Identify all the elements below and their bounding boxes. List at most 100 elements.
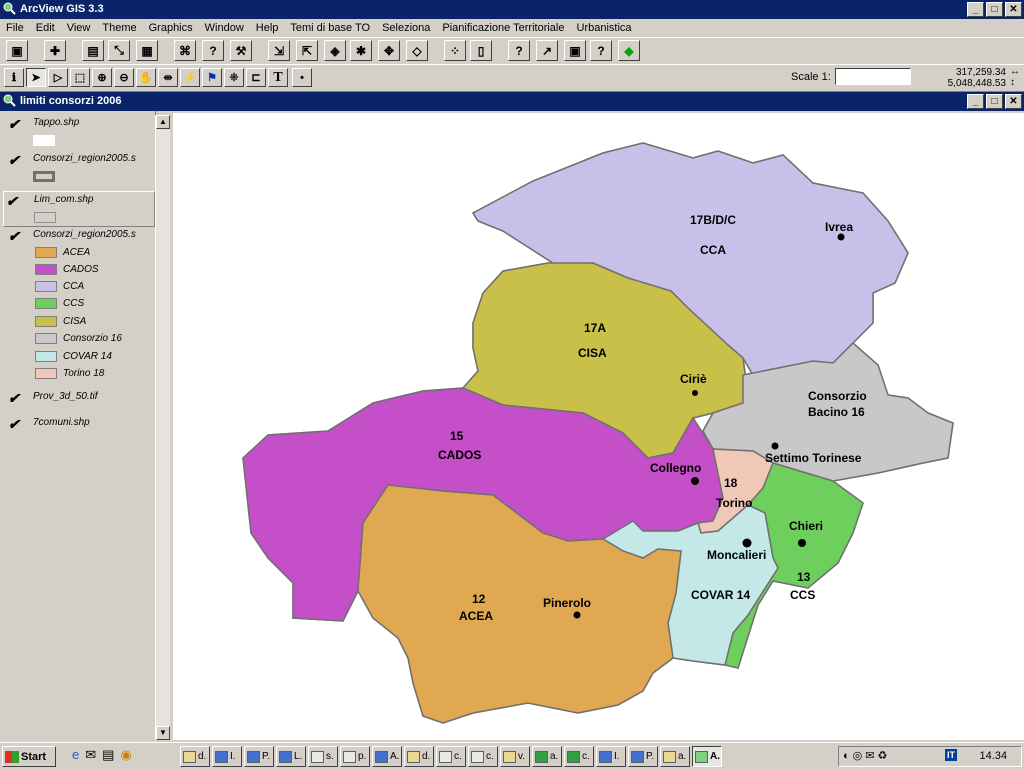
menu-seleziona[interactable]: Seleziona — [376, 22, 436, 34]
identify-icon[interactable]: ℹ — [4, 68, 24, 87]
task-button[interactable]: L. — [276, 746, 306, 767]
checkmark-icon[interactable]: ✔ — [8, 417, 22, 431]
checkmark-icon[interactable]: ✔ — [8, 229, 22, 243]
locate-address-icon[interactable]: ? — [202, 40, 224, 61]
pan-icon[interactable]: ✋ — [136, 68, 156, 87]
layout-icon[interactable]: ▣ — [564, 40, 586, 61]
measure-icon[interactable]: ⇹ — [158, 68, 178, 87]
minimize-button[interactable]: _ — [967, 2, 984, 17]
desktop-icon[interactable]: ▤ — [102, 747, 114, 763]
edit-legend-icon[interactable]: ⤡ — [108, 40, 130, 61]
task-button[interactable]: c. — [468, 746, 498, 767]
task-button[interactable]: I. — [212, 746, 242, 767]
open-table-icon[interactable]: ▦ — [136, 40, 158, 61]
task-app-icon — [439, 750, 452, 763]
maximize-button[interactable]: □ — [986, 2, 1003, 17]
add-theme-icon[interactable]: ✚ — [44, 40, 66, 61]
task-button[interactable]: v. — [500, 746, 530, 767]
menu-view[interactable]: View — [61, 22, 97, 34]
task-button[interactable]: p. — [340, 746, 370, 767]
start-button[interactable]: Start — [2, 746, 56, 767]
menu-graphics[interactable]: Graphics — [143, 22, 199, 34]
theme-properties-icon[interactable]: ▤ — [82, 40, 104, 61]
outlook-icon[interactable]: ✉ — [85, 747, 96, 763]
menu-urbanistica[interactable]: Urbanistica — [571, 22, 638, 34]
language-indicator[interactable]: IT — [945, 749, 957, 761]
town-marker-moncalieri[interactable] — [742, 538, 752, 548]
hotlink-icon[interactable]: ↗ — [536, 40, 558, 61]
menu-file[interactable]: File — [0, 22, 30, 34]
extension-icon[interactable]: ◆ — [618, 40, 640, 61]
clear-selection-icon[interactable]: ▯ — [470, 40, 492, 61]
task-button[interactable]: I. — [596, 746, 626, 767]
find-icon[interactable]: ⌘ — [174, 40, 196, 61]
pointer-icon[interactable]: ➤ — [26, 68, 46, 87]
zoom-out-fixed-icon[interactable]: ✥ — [378, 40, 400, 61]
scale-input[interactable] — [835, 68, 911, 85]
task-button[interactable]: c. — [564, 746, 594, 767]
zoom-in-icon[interactable]: ⊕ — [92, 68, 112, 87]
text-tool-icon[interactable]: T — [268, 68, 288, 87]
task-app-icon — [183, 750, 196, 763]
task-button[interactable]: s. — [308, 746, 338, 767]
close-button[interactable]: ✕ — [1005, 2, 1022, 17]
town-marker-pinerolo[interactable] — [573, 611, 581, 619]
help-icon[interactable]: ? — [590, 40, 612, 61]
checkmark-icon[interactable]: ✔ — [8, 117, 22, 131]
task-button[interactable]: d. — [404, 746, 434, 767]
view-close-button[interactable]: ✕ — [1005, 94, 1022, 109]
task-button[interactable]: A. — [372, 746, 402, 767]
town-marker-settimo[interactable] — [771, 442, 779, 450]
checkmark-icon[interactable]: ✔ — [6, 194, 20, 208]
map-label-cirie: Ciriè — [680, 372, 707, 386]
menu-window[interactable]: Window — [199, 22, 250, 34]
layer-consorzi-outline[interactable]: ✔ Consorzi_region2005.s — [6, 153, 156, 187]
menu-theme[interactable]: Theme — [96, 22, 142, 34]
task-button[interactable]: A. — [692, 746, 722, 767]
zoom-full-extent-icon[interactable]: ⇲ — [268, 40, 290, 61]
town-marker-collegno[interactable] — [691, 477, 699, 485]
select-feature-icon[interactable]: ⬚ — [70, 68, 90, 87]
ie-icon[interactable]: e — [72, 747, 79, 763]
query-builder-icon[interactable]: ⚒ — [230, 40, 252, 61]
checkmark-icon[interactable]: ✔ — [8, 391, 22, 405]
area-of-interest-icon[interactable]: ⁜ — [224, 68, 244, 87]
hotlink-tool-icon[interactable]: ⚡ — [180, 68, 200, 87]
zoom-out-icon[interactable]: ⊖ — [114, 68, 134, 87]
help-tool-icon[interactable]: ? — [508, 40, 530, 61]
task-button[interactable]: P. — [628, 746, 658, 767]
scroll-down-icon[interactable]: ▼ — [156, 726, 170, 740]
label-flag-icon[interactable]: ⚑ — [202, 68, 222, 87]
layer-tappo[interactable]: ✔ Tappo.shp — [6, 117, 156, 151]
legend-swatch-torino18 — [35, 368, 57, 379]
layer-lim-com[interactable]: ✔ Lim_com.shp — [3, 191, 155, 227]
scroll-up-icon[interactable]: ▲ — [156, 115, 170, 129]
draw-point-icon[interactable]: • — [292, 68, 312, 87]
zoom-in-fixed-icon[interactable]: ✱ — [350, 40, 372, 61]
map-canvas[interactable]: 17B/D/C CCA Ivrea 17A CISA Ciriè Consorz… — [173, 113, 1024, 740]
view-minimize-button[interactable]: _ — [967, 94, 984, 109]
checkmark-icon[interactable]: ✔ — [8, 153, 22, 167]
town-marker-chieri[interactable] — [798, 539, 806, 547]
zoom-selected-icon[interactable]: ◈ — [324, 40, 346, 61]
task-button[interactable]: a. — [532, 746, 562, 767]
zoom-active-themes-icon[interactable]: ⇱ — [296, 40, 318, 61]
menu-help[interactable]: Help — [250, 22, 285, 34]
menu-pianificazione[interactable]: Pianificazione Territoriale — [436, 22, 570, 34]
task-button[interactable]: c. — [436, 746, 466, 767]
toc-scrollbar[interactable]: ▲ ▼ — [155, 115, 170, 740]
menu-edit[interactable]: Edit — [30, 22, 61, 34]
task-button[interactable]: a. — [660, 746, 690, 767]
chrome-icon[interactable]: ◉ — [120, 747, 131, 763]
view-maximize-button[interactable]: □ — [986, 94, 1003, 109]
task-button[interactable]: P. — [244, 746, 274, 767]
town-marker-cirie[interactable] — [692, 390, 698, 396]
menu-temi-di-base[interactable]: Temi di base TO — [284, 22, 376, 34]
callout-icon[interactable]: ⊏ — [246, 68, 266, 87]
zoom-previous-icon[interactable]: ◇ — [406, 40, 428, 61]
select-by-theme-icon[interactable]: ⁘ — [444, 40, 466, 61]
vertex-edit-icon[interactable]: ▷ — [48, 68, 68, 87]
save-icon[interactable]: ▣ — [6, 40, 28, 61]
task-button[interactable]: d. — [180, 746, 210, 767]
town-marker-ivrea[interactable] — [837, 233, 845, 241]
